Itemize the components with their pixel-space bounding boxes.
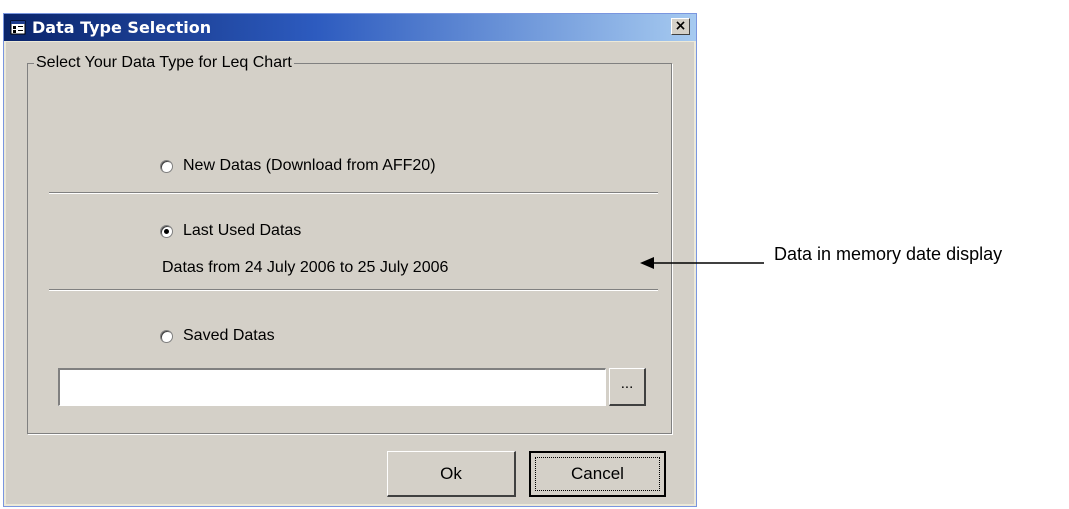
- close-icon: ×: [674, 18, 687, 34]
- separator-1: [49, 192, 658, 194]
- browse-button[interactable]: ...: [609, 368, 646, 406]
- radio-label-last-used-datas: Last Used Datas: [183, 222, 302, 239]
- separator-2: [49, 289, 658, 291]
- window-app-icon: [10, 20, 26, 35]
- ok-button[interactable]: Ok: [387, 451, 516, 497]
- radio-button-last-used-datas[interactable]: [160, 224, 173, 238]
- focus-rectangle: [535, 457, 660, 491]
- radio-label-new-datas: New Datas (Download from AFF20): [183, 157, 436, 174]
- cancel-button[interactable]: Cancel: [529, 451, 666, 497]
- radio-saved-datas[interactable]: Saved Datas: [160, 327, 275, 345]
- close-button[interactable]: ×: [671, 18, 690, 35]
- title-bar[interactable]: Data Type Selection ×: [4, 14, 696, 41]
- radio-new-datas[interactable]: New Datas (Download from AFF20): [160, 157, 436, 175]
- dialog-title: Data Type Selection: [32, 18, 212, 37]
- annotation-label: Data in memory date display: [774, 244, 1003, 264]
- annotation-arrow-icon: [640, 257, 764, 269]
- saved-file-path-input[interactable]: [58, 368, 606, 406]
- groupbox-title: Select Your Data Type for Leq Chart: [34, 54, 294, 71]
- date-range-text: Datas from 24 July 2006 to 25 July 2006: [162, 259, 449, 276]
- radio-label-saved-datas: Saved Datas: [183, 327, 275, 344]
- radio-button-saved-datas[interactable]: [160, 329, 173, 343]
- radio-last-used-datas[interactable]: Last Used Datas: [160, 222, 301, 240]
- radio-button-new-datas[interactable]: [160, 159, 173, 173]
